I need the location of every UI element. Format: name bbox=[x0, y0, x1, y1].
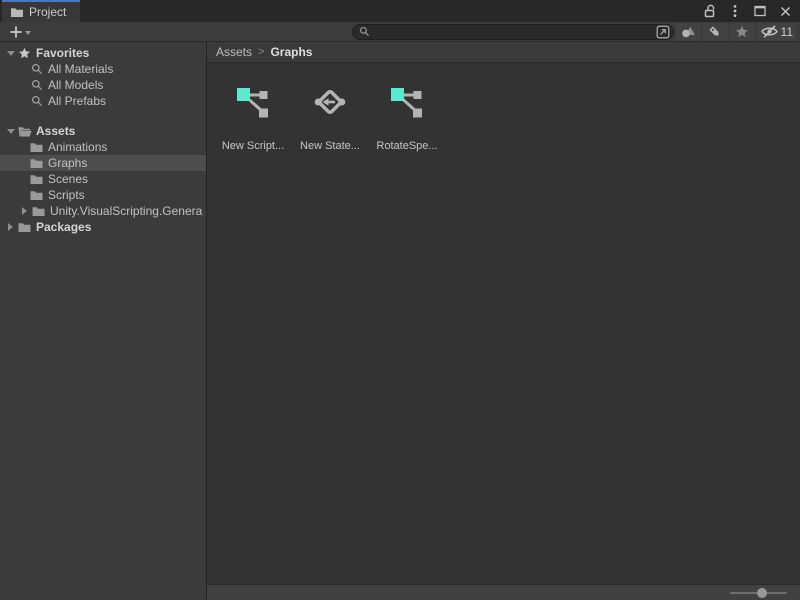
sidebar-item-packages[interactable]: Packages bbox=[0, 219, 206, 235]
breadcrumb-separator: > bbox=[258, 46, 264, 58]
sidebar-item-animations[interactable]: Animations bbox=[0, 139, 206, 155]
titlebar-spacer bbox=[80, 0, 702, 22]
asset-item-new-state[interactable]: New State... bbox=[292, 74, 368, 152]
search-icon bbox=[359, 26, 370, 37]
folder-open-icon bbox=[17, 126, 32, 137]
hidden-items-button[interactable]: 11 bbox=[757, 23, 796, 41]
hidden-items-count: 11 bbox=[781, 25, 793, 39]
create-asset-button[interactable] bbox=[6, 23, 34, 41]
star-icon bbox=[17, 47, 32, 60]
tab-title: Project bbox=[29, 5, 66, 19]
folder-icon bbox=[29, 158, 44, 169]
main-area: Favorites All Materials All Models All P… bbox=[0, 42, 800, 600]
asset-label: New Script... bbox=[222, 140, 284, 152]
foldout-closed-icon[interactable] bbox=[4, 223, 17, 231]
folder-icon bbox=[29, 190, 44, 201]
open-search-window-icon[interactable] bbox=[656, 25, 670, 39]
chevron-down-icon bbox=[25, 31, 31, 35]
unlock-icon[interactable] bbox=[702, 3, 718, 19]
sidebar-item-unity-visualscripting[interactable]: Unity.VisualScripting.Genera bbox=[0, 203, 206, 219]
breadcrumb-graphs[interactable]: Graphs bbox=[270, 45, 312, 59]
sidebar-item-graphs[interactable]: Graphs bbox=[0, 155, 206, 171]
sidebar-item-all-materials[interactable]: All Materials bbox=[0, 61, 206, 77]
search-by-label-button[interactable] bbox=[703, 23, 728, 41]
asset-pane: Assets > Graphs New Script... New State.… bbox=[207, 42, 800, 600]
shapes-icon bbox=[681, 25, 696, 38]
asset-item-rotatespeed[interactable]: RotateSpe... bbox=[369, 74, 445, 152]
search-icon bbox=[29, 95, 44, 107]
sidebar-item-all-prefabs[interactable]: All Prefabs bbox=[0, 93, 206, 109]
breadcrumb: Assets > Graphs bbox=[207, 42, 800, 63]
folder-icon bbox=[29, 174, 44, 185]
script-graph-icon bbox=[234, 83, 272, 121]
star-icon bbox=[735, 25, 749, 39]
breadcrumb-assets[interactable]: Assets bbox=[216, 45, 252, 59]
search-icon bbox=[29, 79, 44, 91]
folder-icon bbox=[29, 142, 44, 153]
status-bar bbox=[207, 584, 800, 600]
asset-label: New State... bbox=[300, 140, 360, 152]
slider-knob[interactable] bbox=[757, 588, 767, 598]
script-graph-icon bbox=[388, 83, 426, 121]
search-by-type-button[interactable] bbox=[676, 23, 701, 41]
sidebar-item-all-models[interactable]: All Models bbox=[0, 77, 206, 93]
tab-project[interactable]: Project bbox=[2, 0, 80, 22]
project-toolbar: 11 bbox=[0, 22, 800, 42]
icon-size-slider[interactable] bbox=[730, 588, 787, 598]
title-bar: Project bbox=[0, 0, 800, 22]
foldout-open-icon[interactable] bbox=[4, 129, 17, 134]
project-window: Project bbox=[0, 0, 800, 600]
search-field[interactable] bbox=[352, 24, 674, 40]
tag-icon bbox=[708, 25, 722, 39]
kebab-menu-icon[interactable] bbox=[727, 3, 743, 19]
sidebar-item-scripts[interactable]: Scripts bbox=[0, 187, 206, 203]
folder-icon bbox=[10, 7, 24, 18]
close-icon[interactable] bbox=[777, 3, 793, 19]
asset-grid[interactable]: New Script... New State... RotateSpe... bbox=[207, 63, 800, 584]
sidebar-item-favorites[interactable]: Favorites bbox=[0, 45, 206, 61]
search-input[interactable] bbox=[374, 25, 654, 39]
folder-icon bbox=[17, 222, 32, 233]
window-controls bbox=[702, 0, 800, 22]
asset-item-new-script[interactable]: New Script... bbox=[215, 74, 291, 152]
eye-slash-icon bbox=[760, 25, 779, 38]
sidebar-item-assets[interactable]: Assets bbox=[0, 123, 206, 139]
asset-label: RotateSpe... bbox=[376, 140, 437, 152]
state-graph-icon bbox=[311, 83, 349, 121]
maximize-icon[interactable] bbox=[752, 3, 768, 19]
search-icon bbox=[29, 63, 44, 75]
folder-tree: Favorites All Materials All Models All P… bbox=[0, 42, 207, 600]
favorites-filter-button[interactable] bbox=[730, 23, 755, 41]
sidebar-item-scenes[interactable]: Scenes bbox=[0, 171, 206, 187]
foldout-open-icon[interactable] bbox=[4, 51, 17, 56]
folder-icon bbox=[31, 206, 46, 217]
plus-icon bbox=[9, 25, 23, 39]
foldout-closed-icon[interactable] bbox=[18, 207, 31, 215]
